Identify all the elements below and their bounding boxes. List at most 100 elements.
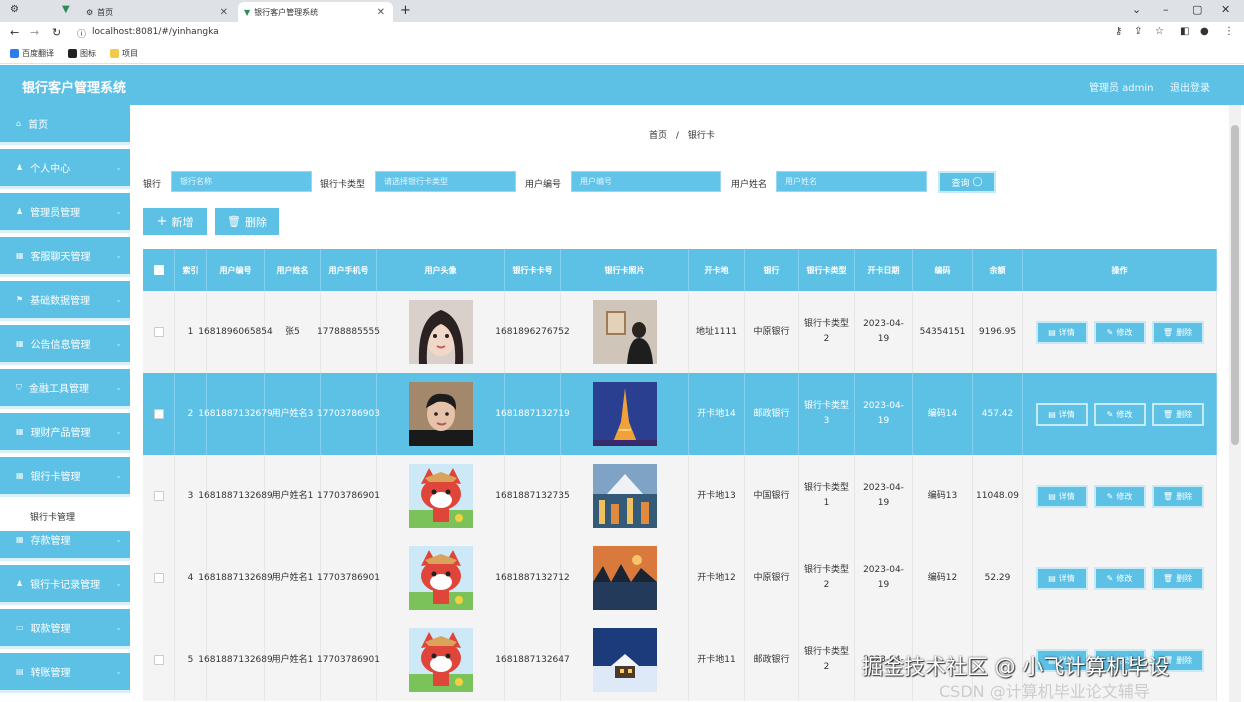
detail-button[interactable]: ▤ 详情 [1035, 402, 1088, 426]
sidebar-item[interactable]: ⛉ 金融工具管理 ⌄ [0, 369, 130, 409]
browser-menu-icon[interactable]: ⚙ [10, 4, 19, 15]
logout-link[interactable]: 退出登录 [1170, 79, 1210, 94]
table-cell-addr: 开卡地13 [689, 455, 745, 537]
column-header: 银行 [745, 249, 799, 291]
url-field[interactable]: localhost:8081/#/yinhangka [92, 27, 219, 37]
card-photo-cell [561, 537, 689, 619]
bookmark-item[interactable]: 百度翻译 [10, 48, 54, 59]
sidebar-item[interactable]: ▤ 转账管理 ⌄ [0, 653, 130, 693]
row-checkbox[interactable] [153, 409, 164, 419]
breadcrumb-home[interactable]: 首页 [649, 131, 667, 141]
browser-tab-active[interactable]: ▼ 银行客户管理系统 ✕ [238, 2, 393, 22]
column-header: 用户姓名 [265, 249, 321, 291]
close-icon[interactable]: ✕ [220, 7, 228, 18]
action-label: 删除 [1176, 655, 1193, 665]
actions-cell: ▤ 详情 ✎ 修改 🗑 删除 [1023, 455, 1217, 537]
card-photo [592, 546, 657, 610]
table-row[interactable]: 1 1681896065854 张5 17788885555 1681896276752… [143, 291, 1217, 373]
row-checkbox[interactable] [153, 655, 164, 665]
sidebar-item[interactable]: ⚑ 基础数据管理 ⌄ [0, 281, 130, 321]
browser-tab-bar: ⚙ ▼ ⚙ 首页 ✕ ▼ 银行客户管理系统 ✕ + ⌄ – ▢ ✕ [0, 0, 1244, 22]
sidebar: ⌂ 首页 ♟ 个人中心 ⌄ ♟ 管理员管理 ⌄ ▦ 客服聊天管理 ⌄ ⚑ 基础数据管理 ⌄ ▦ 公告信息管理 ⌄… [0, 105, 130, 702]
delete-row-button[interactable]: 🗑 删除 [1151, 320, 1204, 344]
info-icon[interactable]: ⓘ [77, 27, 86, 40]
table-row[interactable]: 2 1681887132679 用户姓名3 17703786903 1681887132… [143, 373, 1217, 455]
row-checkbox[interactable] [153, 491, 164, 501]
sidebar-item[interactable]: ▦ 公告信息管理 ⌄ [0, 325, 130, 365]
sidebar-item[interactable]: ▦ 银行卡管理 ⌄ [0, 457, 130, 497]
bank-input[interactable]: 银行名称 [171, 171, 312, 192]
star-icon[interactable]: ☆ [1155, 26, 1164, 37]
key-icon[interactable]: ⚷ [1115, 26, 1122, 37]
table-row[interactable]: 4 1681887132689 用户姓名1 17703786901 1681887132… [143, 537, 1217, 619]
sidepanel-icon[interactable]: ◧ [1180, 26, 1189, 37]
detail-button[interactable]: ▤ 详情 [1035, 566, 1088, 590]
user-no-input[interactable]: 用户编号 [571, 171, 721, 192]
back-icon[interactable]: ← [10, 26, 19, 39]
column-header: 银行卡照片 [561, 249, 689, 291]
chevron-down-icon[interactable]: ⌄ [1132, 3, 1141, 16]
trash-icon: 🗑 [1162, 573, 1174, 583]
sidebar-item[interactable]: ♟ 银行卡记录管理 ⌄ [0, 565, 130, 605]
column-header: 开卡日期 [855, 249, 913, 291]
sidebar-item[interactable]: ▦ 客服聊天管理 ⌄ [0, 237, 130, 277]
query-button[interactable]: 查询 ◯ [938, 171, 996, 193]
select-all-checkbox[interactable] [153, 265, 164, 275]
chevron-down-icon: ⌄ [115, 623, 122, 632]
browser-tab-home[interactable]: ⚙ 首页 ✕ [86, 2, 236, 22]
profile-icon[interactable]: ● [1200, 26, 1209, 37]
maximize-button[interactable]: ▢ [1192, 3, 1202, 16]
sidebar-item[interactable]: ♟ 管理员管理 ⌄ [0, 193, 130, 233]
share-icon[interactable]: ⇪ [1134, 26, 1142, 37]
delete-button[interactable]: 🗑 删除 [215, 208, 279, 235]
table-cell-addr: 开卡地11 [689, 619, 745, 701]
chevron-down-icon: ⌄ [115, 535, 122, 544]
close-icon[interactable]: ✕ [377, 7, 385, 18]
new-tab-button[interactable]: + [400, 3, 411, 18]
detail-button[interactable]: ▤ 详情 [1035, 320, 1088, 344]
delete-row-button[interactable]: 🗑 删除 [1151, 484, 1204, 508]
grid-icon: ▦ [16, 427, 24, 436]
table-cell-type: 银行卡类型1 [799, 455, 855, 537]
grid-icon: ▦ [16, 251, 24, 260]
search-icon: ◯ [972, 177, 983, 187]
row-checkbox[interactable] [153, 327, 164, 337]
scrollbar-thumb[interactable] [1231, 125, 1239, 445]
table-cell-phone: 17703786903 [317, 373, 380, 455]
more-icon[interactable]: ⋮ [1224, 26, 1234, 37]
sidebar-item-label: 管理员管理 [30, 208, 81, 219]
edit-button[interactable]: ✎ 修改 [1093, 566, 1146, 590]
sidebar-item[interactable]: ♟ 个人中心 ⌄ [0, 149, 130, 189]
edit-button[interactable]: ✎ 修改 [1093, 402, 1146, 426]
detail-button[interactable]: ▤ 详情 [1035, 484, 1088, 508]
table-cell-balance: 9196.95 [973, 291, 1023, 373]
card-type-select[interactable]: 请选择银行卡类型 [375, 171, 516, 192]
scrollbar[interactable] [1229, 105, 1241, 702]
bookmark-item[interactable]: 图标 [68, 48, 96, 59]
bookmark-item[interactable]: 项目 [110, 48, 138, 59]
delete-row-button[interactable]: 🗑 删除 [1151, 566, 1204, 590]
delete-row-button[interactable]: 🗑 删除 [1151, 402, 1204, 426]
reload-icon[interactable]: ↻ [52, 26, 61, 39]
delete-label: 删除 [244, 215, 267, 229]
table-cell-card-no: 1681896276752 [495, 291, 570, 373]
minimize-button[interactable]: – [1163, 3, 1169, 16]
table-cell-type: 银行卡类型2 [799, 537, 855, 619]
user-name-input[interactable]: 用户姓名 [776, 171, 927, 192]
table-row[interactable]: 3 1681887132689 用户姓名1 17703786901 1681887132… [143, 455, 1217, 537]
sidebar-subitem[interactable]: 银行卡管理 [0, 501, 130, 531]
edit-button[interactable]: ✎ 修改 [1093, 484, 1146, 508]
sidebar-item[interactable]: ▭ 取款管理 ⌄ [0, 609, 130, 649]
row-checkbox[interactable] [153, 573, 164, 583]
sidebar-item[interactable]: ▦ 理财产品管理 ⌄ [0, 413, 130, 453]
table-cell-type: 银行卡类型2 [799, 619, 855, 701]
window-close-button[interactable]: ✕ [1221, 3, 1230, 16]
table-cell-phone: 17703786901 [317, 537, 380, 619]
table-cell-user-name: 张5 [265, 291, 321, 373]
sidebar-item[interactable]: ⌂ 首页 [0, 105, 130, 145]
forward-icon[interactable]: → [30, 26, 39, 39]
avatar [408, 300, 473, 364]
edit-button[interactable]: ✎ 修改 [1093, 320, 1146, 344]
column-header[interactable] [143, 249, 175, 291]
add-button[interactable]: + 新增 [143, 208, 207, 235]
